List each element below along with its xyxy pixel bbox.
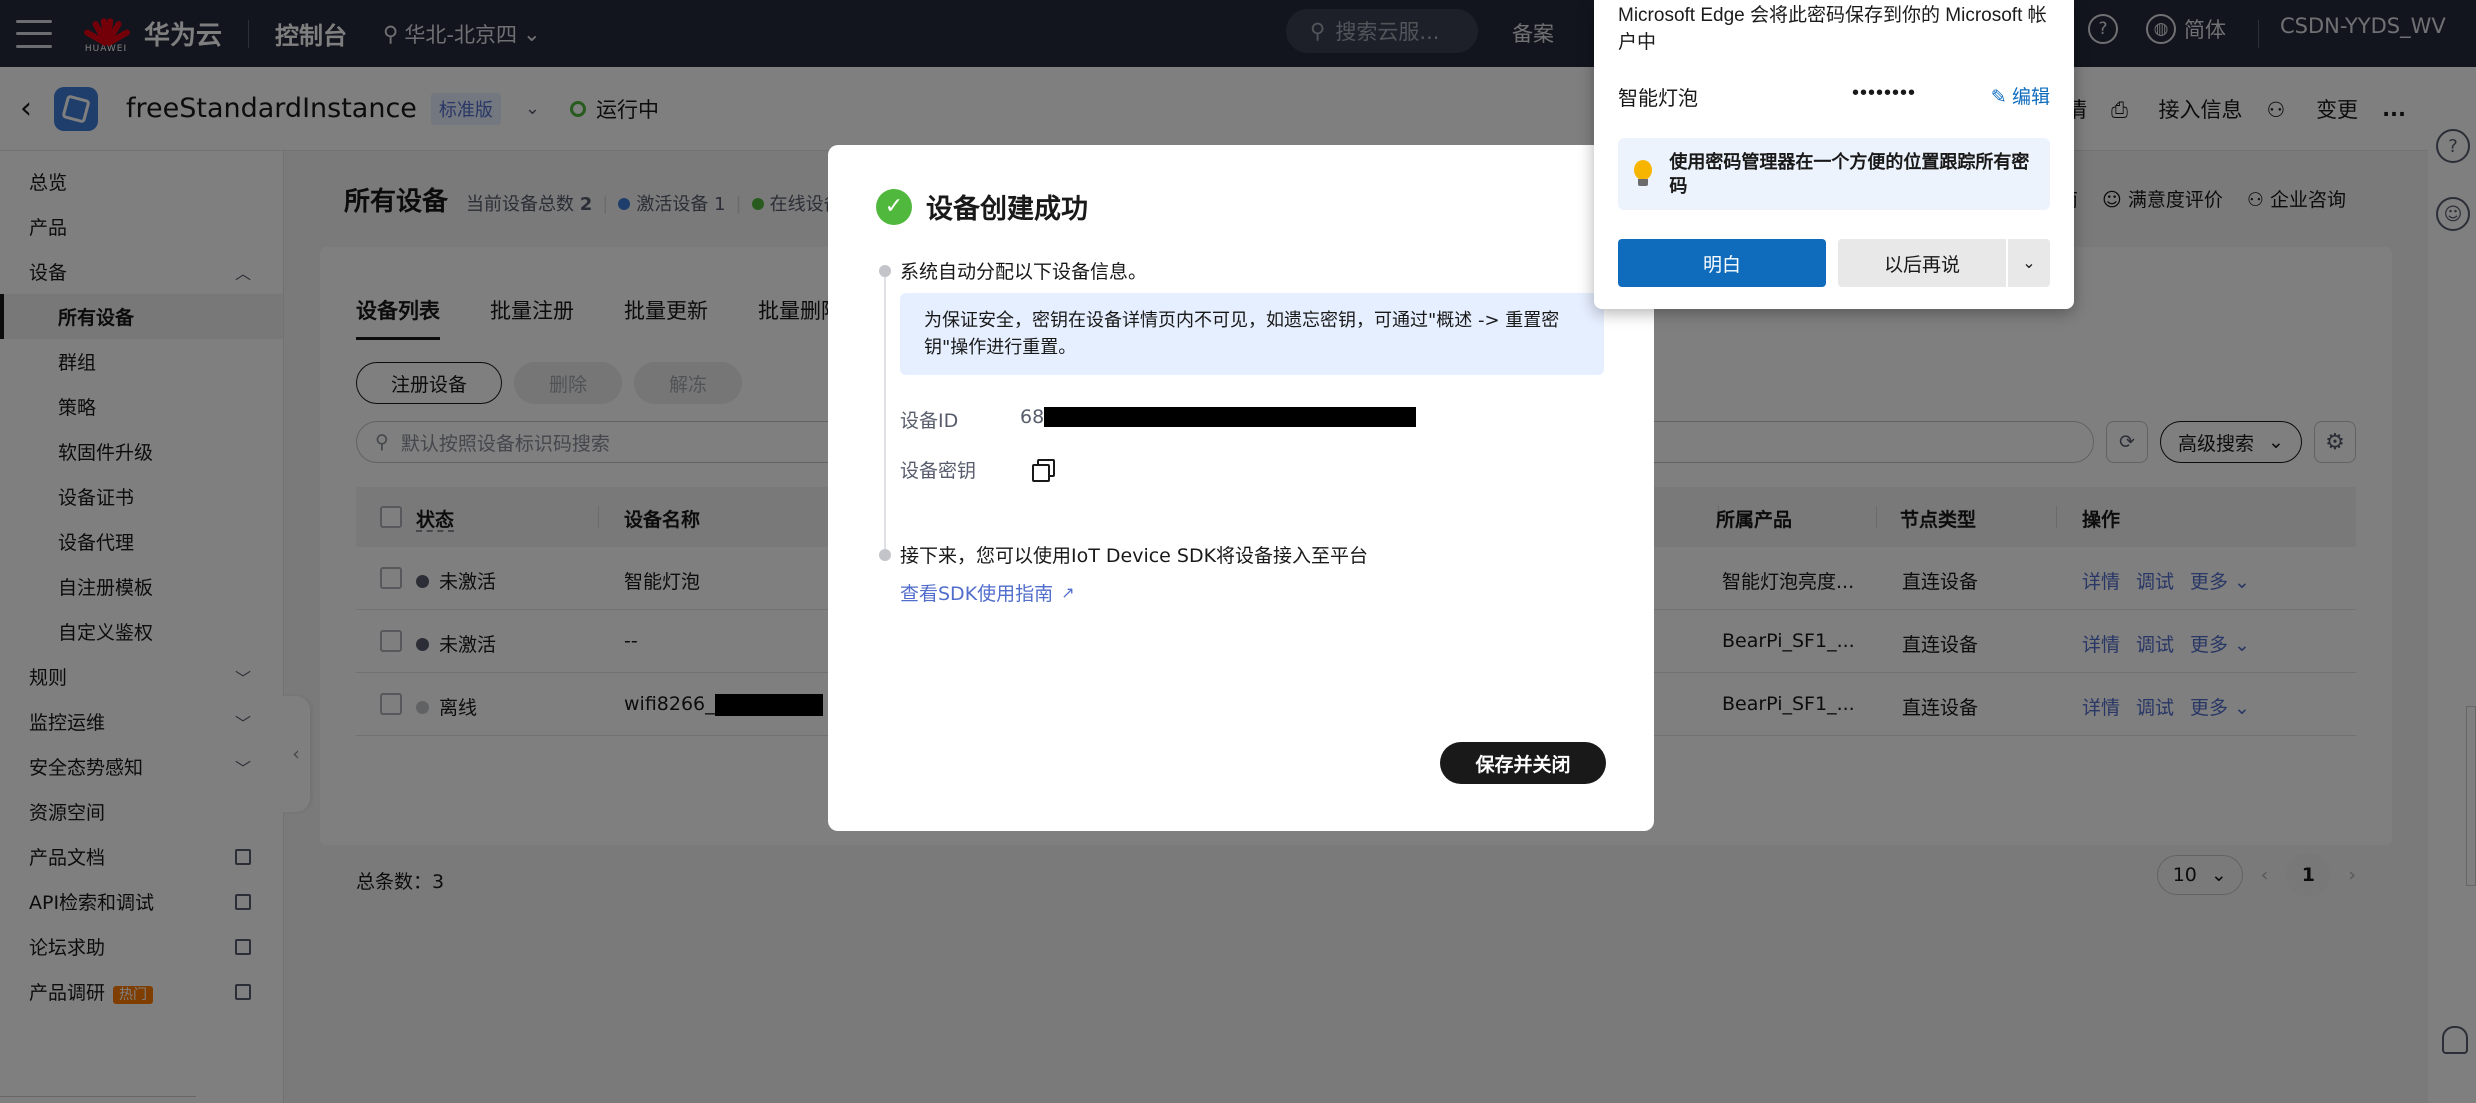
timeline-dot bbox=[879, 265, 891, 277]
masked-password: •••••••• bbox=[1852, 82, 1917, 104]
dialog-title: 设备创建成功 bbox=[926, 194, 1088, 225]
step-sdk: 接下来，您可以使用IoT Device SDK将设备接入至平台 bbox=[900, 545, 1369, 567]
success-check-icon: ✓ bbox=[876, 188, 912, 225]
save-and-close-button[interactable]: 保存并关闭 bbox=[1440, 742, 1606, 784]
popup-title: Microsoft Edge 会将此密码保存到你的 Microsoft 帐户中 bbox=[1618, 5, 2047, 53]
edit-button[interactable]: ✎ 编辑 bbox=[1991, 82, 2050, 109]
copy-icon bbox=[1032, 459, 1055, 482]
chevron-down-icon[interactable]: ⌄ bbox=[2008, 239, 2050, 287]
password-manager-tip: 使用密码管理器在一个方便的位置跟踪所有密码 bbox=[1618, 138, 2050, 210]
security-notice: 为保证安全，密钥在设备详情页内不可见，如遗忘密钥，可通过"概述 -> 重置密钥"… bbox=[900, 293, 1604, 375]
sdk-guide-link[interactable]: 查看SDK使用指南 ↗ bbox=[900, 579, 1075, 606]
device-id-value: 68 bbox=[1020, 406, 1417, 428]
redaction-bar bbox=[1044, 407, 1417, 427]
got-it-button[interactable]: 明白 bbox=[1618, 239, 1826, 287]
step-auto-assign: 系统自动分配以下设备信息。 bbox=[900, 261, 1148, 283]
device-created-dialog: ✓ 设备创建成功 系统自动分配以下设备信息。 为保证安全，密钥在设备详情页内不可… bbox=[828, 145, 1654, 831]
saved-site-name: 智能灯泡 bbox=[1618, 88, 1698, 110]
device-secret-label: 设备密钥 bbox=[900, 460, 977, 482]
external-link-icon: ↗ bbox=[1061, 583, 1075, 602]
lightbulb-icon bbox=[1634, 160, 1653, 188]
not-now-button[interactable]: 以后再说 bbox=[1838, 239, 2006, 287]
device-id-label: 设备ID bbox=[900, 410, 959, 432]
pencil-icon: ✎ bbox=[1990, 87, 2007, 108]
edge-password-save-popup: Microsoft Edge 会将此密码保存到你的 Microsoft 帐户中 … bbox=[1594, 0, 2074, 309]
timeline-dot bbox=[879, 549, 891, 561]
copy-secret-button[interactable] bbox=[1032, 459, 1055, 482]
timeline-line bbox=[884, 271, 886, 555]
